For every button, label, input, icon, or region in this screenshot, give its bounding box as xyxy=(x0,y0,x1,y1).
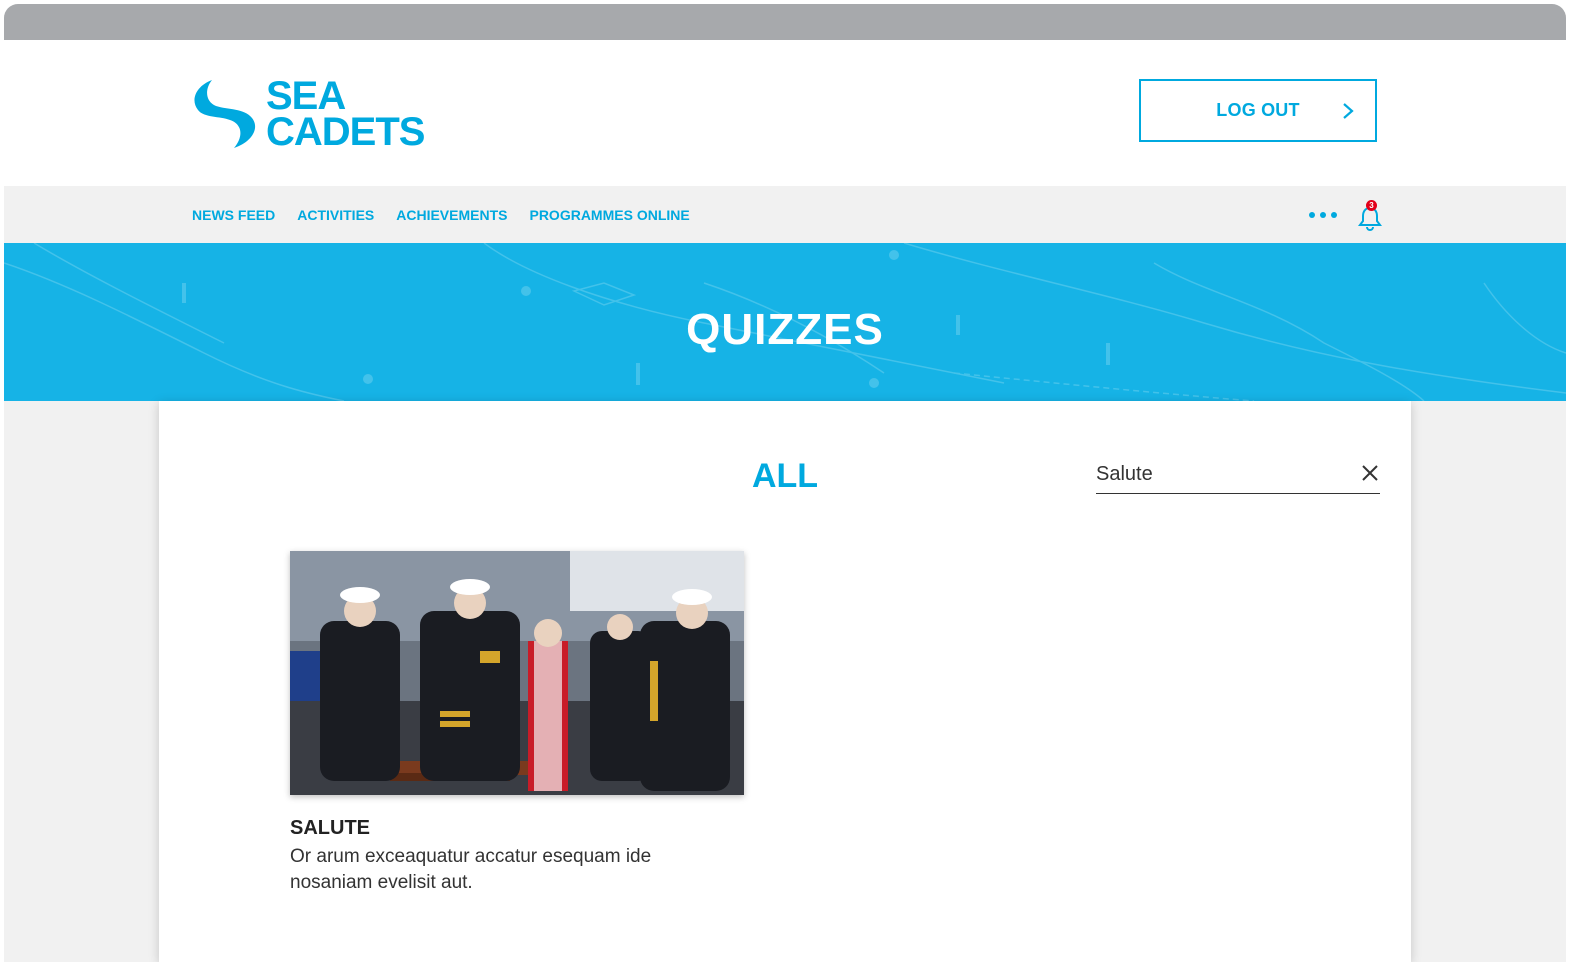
quiz-image[interactable] xyxy=(290,551,744,795)
notification-badge: 3 xyxy=(1366,200,1377,211)
content-card: ALL Salute SALUTE Or arum exceaquatur ac… xyxy=(159,401,1411,962)
logo-swoosh-icon xyxy=(194,80,256,148)
logo-line-1: SEA xyxy=(266,74,346,118)
logout-label: LOG OUT xyxy=(1216,100,1300,120)
app-window: SEA CADETS LOG OUT NEWS FEED ACTIVITIES … xyxy=(4,4,1566,962)
logout-button[interactable]: LOG OUT xyxy=(1139,79,1377,142)
logo-line-2: CADETS xyxy=(266,110,425,154)
nav-item-achievements[interactable]: ACHIEVEMENTS xyxy=(396,207,507,223)
search-input[interactable] xyxy=(1096,459,1336,489)
sea-cadets-logo[interactable]: SEA CADETS xyxy=(190,74,460,154)
close-icon[interactable] xyxy=(1360,463,1380,483)
hero-banner: QUIZZES xyxy=(4,243,1566,401)
nav-item-news-feed[interactable]: NEWS FEED xyxy=(192,207,275,223)
quiz-description: Or arum exceaquatur accatur esequam ide … xyxy=(290,846,652,893)
ellipsis-icon[interactable] xyxy=(1308,208,1338,222)
nav-item-programmes-online[interactable]: PROGRAMMES ONLINE xyxy=(529,207,689,223)
site-header: SEA CADETS LOG OUT xyxy=(4,40,1566,186)
saluting-officers-photo xyxy=(290,551,744,795)
quiz-card[interactable]: SALUTE Or arum exceaquatur accatur esequ… xyxy=(290,551,744,896)
page-title: QUIZZES xyxy=(686,305,884,354)
search-field xyxy=(1096,457,1380,494)
nav-item-activities[interactable]: ACTIVITIES xyxy=(297,207,374,223)
main-nav: NEWS FEED ACTIVITIES ACHIEVEMENTS PROGRA… xyxy=(4,186,1566,243)
quiz-title: SALUTE xyxy=(290,817,370,839)
chevron-right-icon xyxy=(1343,103,1354,119)
browser-bar xyxy=(4,4,1566,40)
logo-text: SEA CADETS xyxy=(266,74,425,154)
